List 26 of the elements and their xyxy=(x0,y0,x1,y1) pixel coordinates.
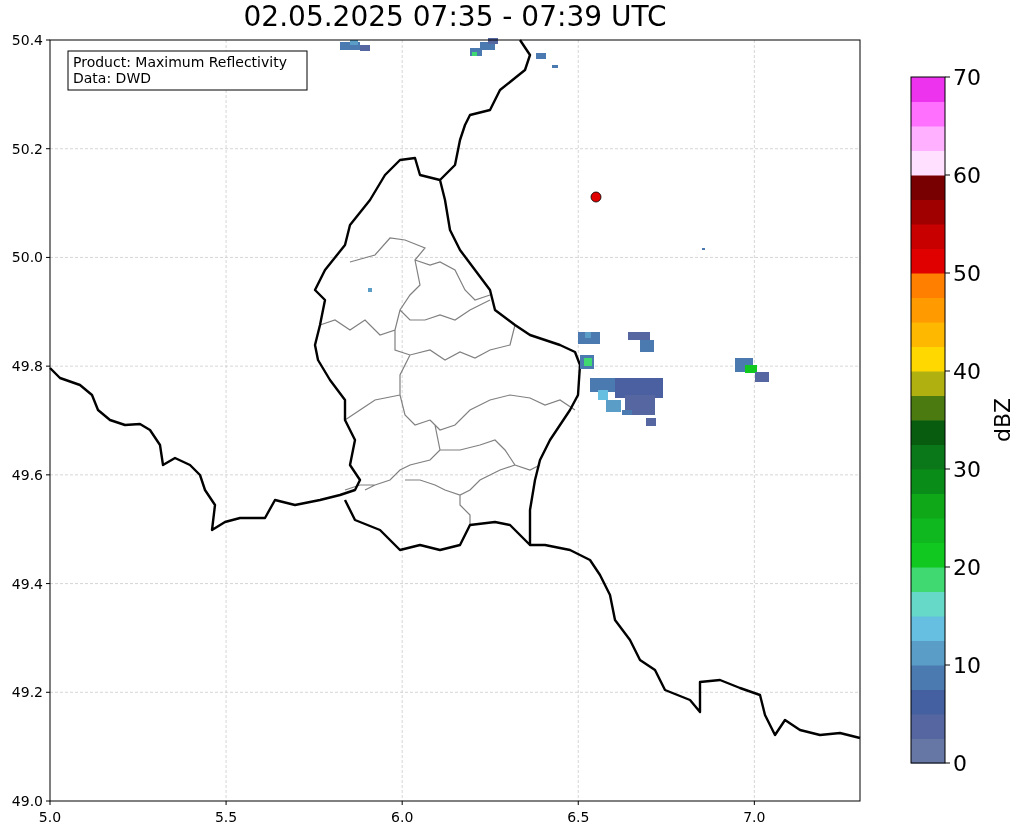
x-axis-label: 5.5 xyxy=(214,809,238,825)
x-axis-label: 6.0 xyxy=(391,809,414,825)
y-axis-label: 49.8 xyxy=(11,358,43,375)
y-axis-label: 49.2 xyxy=(11,684,43,701)
x-axis-label: 6.5 xyxy=(567,809,590,825)
y-axis-label: 50.4 xyxy=(11,32,43,48)
y-axis-label: 49.6 xyxy=(11,466,43,483)
colorbar-label: dBZ xyxy=(990,397,1015,443)
colorbar-tick-label: 60 xyxy=(953,163,981,188)
colorbar-tick-label: 0 xyxy=(953,751,967,776)
x-axis-label: 5.0 xyxy=(38,809,62,825)
colorbar-tick-label: 10 xyxy=(953,653,981,678)
y-axis-label: 49.0 xyxy=(11,793,43,809)
colorbar-tick-label: 30 xyxy=(953,457,981,482)
chart-title: 02.05.2025 07:35 - 07:39 UTC xyxy=(243,0,667,34)
y-axis-label: 50.2 xyxy=(11,140,43,157)
info-text: Product: Maximum Reflectivity xyxy=(73,54,287,70)
x-axis-label: 7.0 xyxy=(743,809,766,825)
y-axis-label: 50.0 xyxy=(11,249,43,266)
colorbar-tick-label: 70 xyxy=(953,65,981,90)
colorbar-tick-label: 40 xyxy=(953,359,981,384)
colorbar-tick-label: 50 xyxy=(953,261,981,286)
location-marker xyxy=(590,191,602,203)
colorbar-tick-label: 20 xyxy=(953,555,981,580)
y-axis-label: 49.4 xyxy=(11,575,43,592)
info-text: Data: DWD xyxy=(73,70,151,86)
